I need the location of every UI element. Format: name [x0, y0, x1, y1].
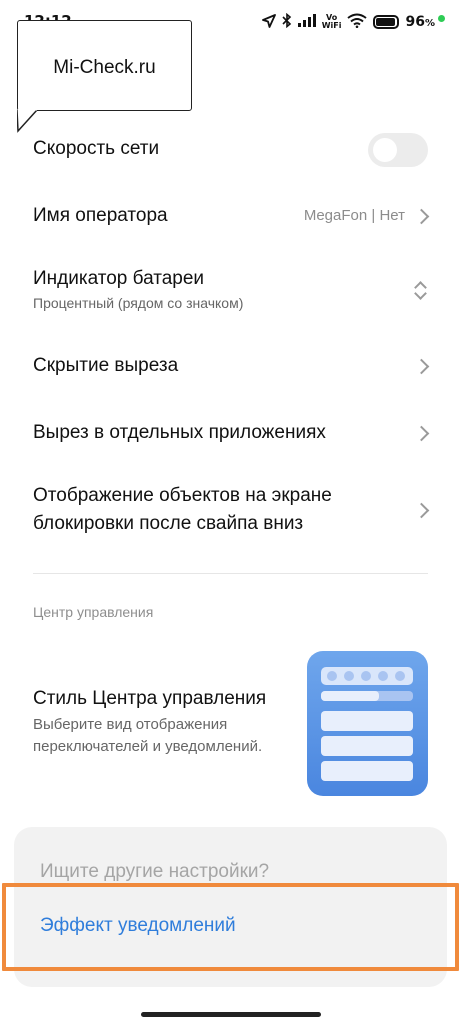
vowifi-icon: Vo WiFi [322, 14, 342, 30]
cutout-in-apps-title: Вырез в отдельных приложениях [33, 422, 326, 443]
lockscreen-objects-title-line2: блокировки после свайпа вниз [33, 513, 304, 534]
control-center-style-title: Стиль Центра управления [33, 688, 267, 709]
network-speed-title: Скорость сети [33, 138, 160, 159]
chevron-right-icon [413, 425, 430, 442]
control-center-style-illustration [307, 651, 428, 796]
privacy-indicator-dot [438, 14, 445, 22]
status-icons: Vo WiFi 96% [261, 12, 445, 31]
network-speed-row[interactable]: Скорость сети [0, 128, 461, 172]
toggle-knob [373, 138, 397, 162]
cutout-hiding-title: Скрытие выреза [33, 355, 179, 376]
location-arrow-icon [261, 13, 276, 31]
watermark-text: Mi-Check.ru [53, 57, 156, 78]
chevron-up-down-icon [414, 279, 428, 301]
network-speed-toggle[interactable] [368, 133, 428, 167]
illustration-notification [321, 736, 413, 756]
divider [33, 573, 428, 574]
chevron-right-icon [413, 208, 430, 225]
battery-percent: 96% [405, 14, 435, 30]
signal-strength-icon [297, 14, 316, 30]
lockscreen-objects-row[interactable]: Отображение объектов на экране блокировк… [0, 480, 461, 544]
vowifi-bottom-label: WiFi [321, 21, 342, 30]
battery-indicator-row[interactable]: Индикатор батареи Процентный (рядом со з… [0, 262, 461, 322]
operator-name-value: MegaFon | Нет [303, 207, 405, 224]
chevron-right-icon [413, 358, 430, 375]
lockscreen-objects-title-line1: Отображение объектов на экране [33, 485, 332, 506]
illustration-notification [321, 761, 413, 781]
operator-name-title: Имя оператора [33, 205, 168, 226]
cutout-in-apps-row[interactable]: Вырез в отдельных приложениях [0, 412, 461, 456]
wifi-icon [347, 13, 368, 31]
battery-indicator-title: Индикатор батареи [33, 268, 205, 289]
highlight-frame [2, 883, 459, 971]
operator-name-row[interactable]: Имя оператора MegaFon | Нет [0, 196, 461, 240]
section-header-control-center: Центр управления [33, 604, 154, 620]
home-indicator[interactable] [141, 1012, 321, 1017]
illustration-slider [321, 691, 413, 701]
battery-indicator-subtitle: Процентный (рядом со значком) [33, 295, 244, 311]
battery-icon [373, 15, 400, 29]
illustration-notification [321, 711, 413, 731]
control-center-style-subtitle-line1: Выберите вид отображения [33, 716, 228, 733]
bluetooth-icon [282, 12, 292, 31]
suggestions-title: Ищите другие настройки? [40, 861, 270, 882]
chevron-right-icon [413, 502, 430, 519]
control-center-style-subtitle-line2: переключателей и уведомлений. [33, 738, 263, 755]
illustration-toggle-row [321, 667, 413, 685]
cutout-hiding-row[interactable]: Скрытие выреза [0, 344, 461, 388]
watermark-bubble: Mi-Check.ru [17, 20, 192, 111]
